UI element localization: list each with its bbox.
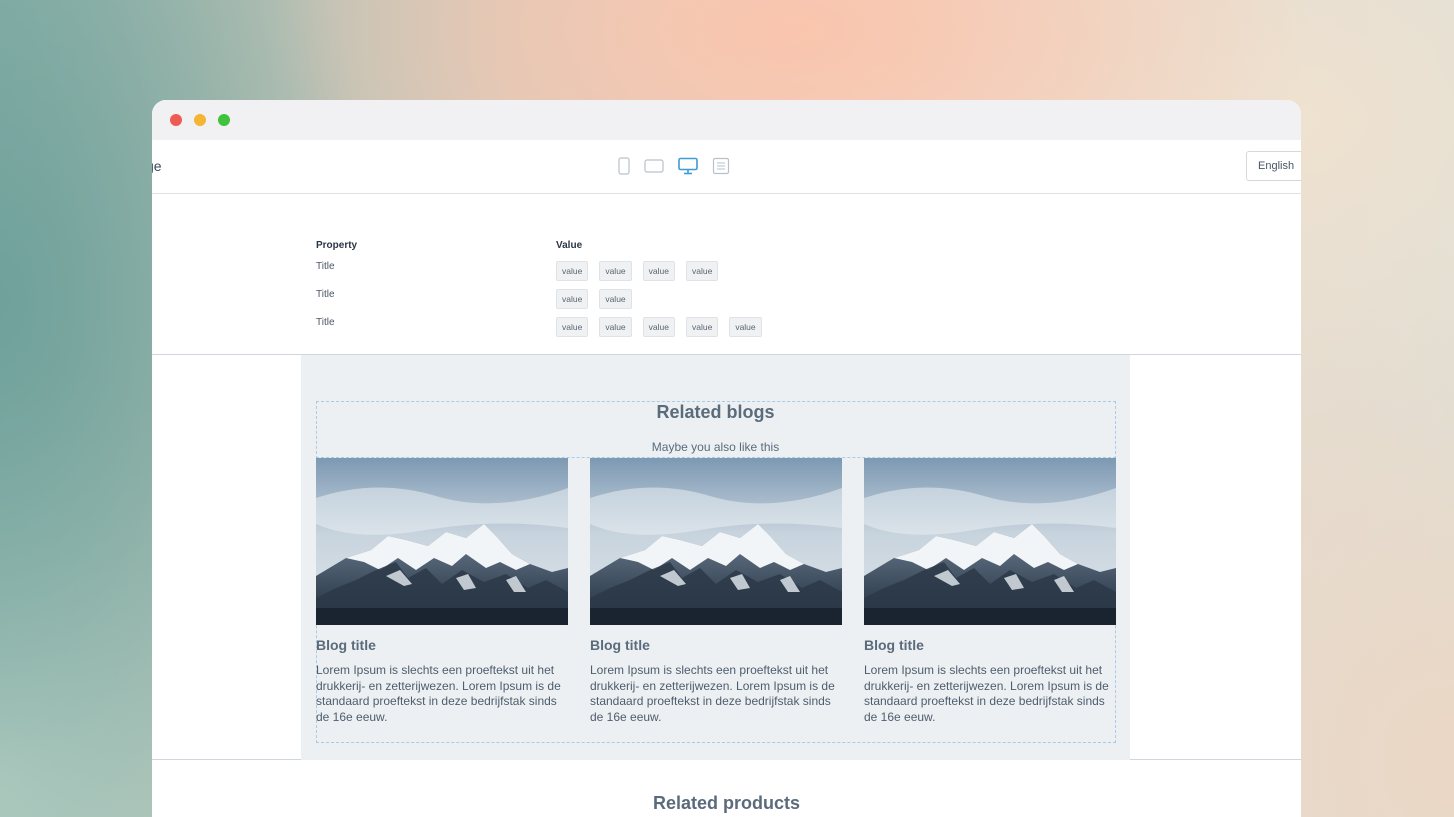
tablet-icon: [644, 159, 664, 173]
blog-title: Blog title: [316, 637, 376, 653]
property-title: Title: [316, 317, 335, 328]
value-chip[interactable]: value: [599, 317, 632, 337]
blog-card[interactable]: Blog title Lorem Ipsum is slechts een pr…: [316, 458, 568, 725]
property-title: Title: [316, 289, 335, 300]
title-bar: [152, 100, 1301, 140]
page-label: ge: [152, 158, 162, 174]
blog-card[interactable]: Blog title Lorem Ipsum is slechts een pr…: [864, 458, 1116, 725]
value-header: Value: [556, 240, 583, 251]
related-blogs-title: Related blogs: [656, 402, 775, 422]
value-chip[interactable]: value: [556, 261, 589, 281]
blog-card[interactable]: Blog title Lorem Ipsum is slechts een pr…: [590, 458, 842, 725]
properties-table: Property Value Title value value value v…: [152, 194, 1301, 355]
value-chip[interactable]: value: [642, 317, 675, 337]
blog-excerpt: Lorem Ipsum is slechts een proeftekst ui…: [864, 663, 1109, 724]
blog-excerpt: Lorem Ipsum is slechts een proeftekst ui…: [316, 663, 561, 724]
value-chips: value value value value: [556, 261, 719, 281]
minimize-window-button[interactable]: [194, 114, 206, 126]
browser-window: ge: [152, 100, 1301, 817]
close-window-button[interactable]: [170, 114, 182, 126]
value-chip[interactable]: value: [642, 261, 675, 281]
value-chip[interactable]: value: [556, 289, 589, 309]
blog-excerpt: Lorem Ipsum is slechts een proeftekst ui…: [590, 663, 835, 724]
device-switcher: [618, 156, 730, 176]
blog-image: [864, 458, 1116, 625]
value-chip[interactable]: value: [729, 317, 762, 337]
related-blogs-block[interactable]: Related blogs Maybe you also like this B…: [301, 355, 1130, 760]
value-chip[interactable]: value: [556, 317, 589, 337]
value-chip[interactable]: value: [599, 289, 632, 309]
editor-toolbar: ge: [152, 140, 1301, 194]
related-blogs-subtitle: Maybe you also like this: [651, 440, 780, 454]
mobile-view-button[interactable]: [618, 156, 630, 176]
property-title: Title: [316, 261, 335, 272]
desktop-view-button[interactable]: [678, 156, 698, 176]
value-chips: value value value value value: [556, 317, 762, 337]
blog-title: Blog title: [864, 637, 924, 653]
value-chip[interactable]: value: [685, 261, 719, 281]
desktop-icon: [678, 157, 698, 175]
blog-image: [590, 458, 842, 625]
maximize-window-button[interactable]: [218, 114, 230, 126]
document-icon: [712, 157, 730, 175]
related-blogs-section: Related blogs Maybe you also like this B…: [152, 355, 1301, 760]
related-products-section: Related products: [152, 760, 1301, 817]
language-select[interactable]: English: [1246, 151, 1301, 181]
property-row: Title value value value value value: [316, 317, 916, 339]
value-chips: value value: [556, 289, 632, 309]
blog-title: Blog title: [590, 637, 650, 653]
blog-image: [316, 458, 568, 625]
property-header: Property: [316, 240, 358, 251]
value-chip[interactable]: value: [599, 261, 632, 281]
property-row: Title value value: [316, 289, 916, 311]
document-view-button[interactable]: [712, 156, 730, 176]
value-chip[interactable]: value: [685, 317, 719, 337]
tablet-view-button[interactable]: [644, 156, 664, 176]
property-row: Title value value value value: [316, 261, 916, 283]
mobile-icon: [618, 157, 630, 175]
related-products-title: Related products: [652, 793, 801, 813]
